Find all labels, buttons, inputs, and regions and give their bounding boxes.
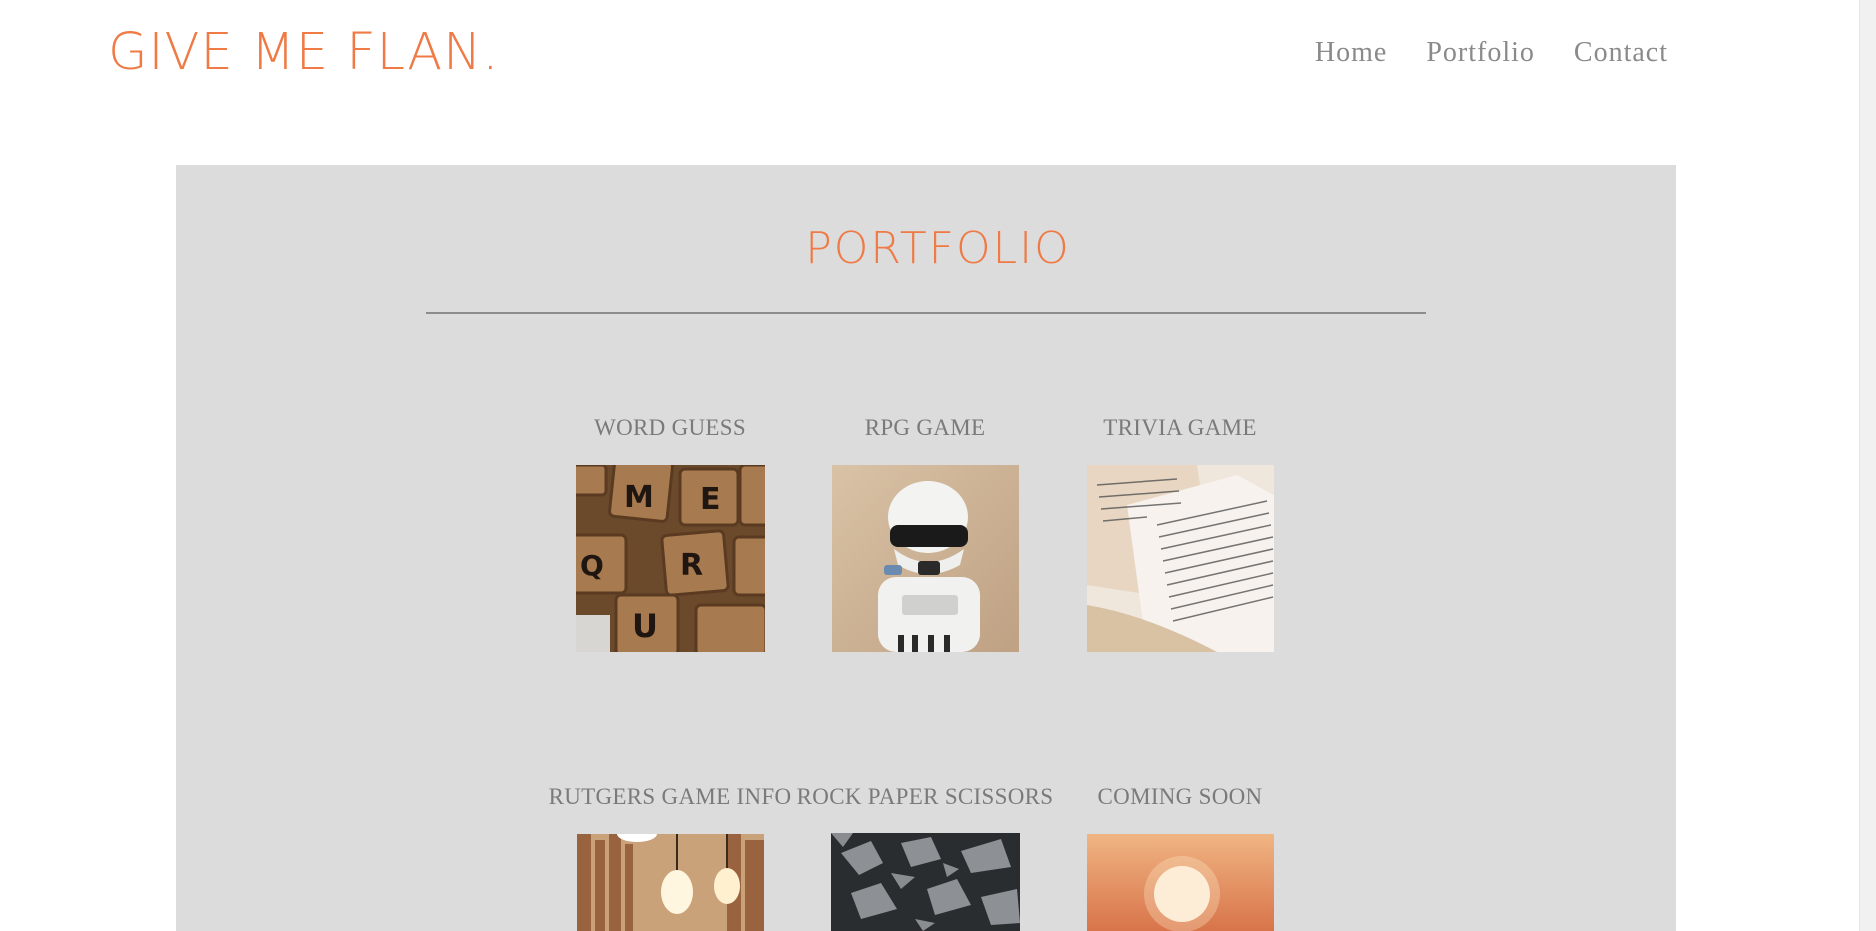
library-bulbs-image[interactable]	[577, 834, 764, 931]
sunset-image[interactable]	[1087, 834, 1274, 931]
project-card-rock-paper-scissors: ROCK PAPER SCISSORS	[790, 754, 1060, 810]
svg-text:M: M	[624, 480, 654, 515]
svg-text:U: U	[632, 607, 658, 645]
svg-text:Q: Q	[580, 549, 604, 582]
nav-home-link[interactable]: Home	[1315, 36, 1387, 70]
site-brand[interactable]: GIVE ME FLAN.	[108, 22, 500, 84]
project-card-coming-soon: COMING SOON	[1045, 754, 1315, 810]
dark-rocks-image[interactable]	[831, 833, 1020, 931]
project-card-rutgers-game-info: RUTGERS GAME INFO	[535, 754, 805, 810]
project-card-word-guess: WORD GUESS	[535, 385, 805, 441]
main-nav: Home Portfolio Contact	[1315, 36, 1668, 70]
project-title: WORD GUESS	[594, 415, 746, 440]
project-card-rpg-game: RPG GAME	[790, 385, 1060, 441]
portfolio-heading: PORTFOLIO	[805, 223, 1071, 274]
svg-text:R: R	[680, 548, 703, 583]
nav-portfolio-link[interactable]: Portfolio	[1426, 36, 1535, 70]
stormtrooper-toy-image[interactable]	[832, 465, 1019, 652]
project-title: TRIVIA GAME	[1103, 415, 1257, 440]
open-book-pages-image[interactable]	[1087, 465, 1274, 652]
nav-contact-link[interactable]: Contact	[1574, 36, 1668, 70]
svg-text:E: E	[700, 482, 721, 517]
project-title: COMING SOON	[1097, 784, 1263, 809]
scrabble-tiles-image[interactable]: M E Q R U	[576, 465, 765, 652]
project-title: RPG GAME	[864, 415, 986, 440]
project-card-trivia-game: TRIVIA GAME	[1045, 385, 1315, 441]
project-title: ROCK PAPER SCISSORS	[796, 784, 1054, 809]
heading-divider	[426, 312, 1426, 314]
project-title: RUTGERS GAME INFO	[548, 784, 792, 809]
page-scrollbar[interactable]	[1859, 0, 1876, 931]
